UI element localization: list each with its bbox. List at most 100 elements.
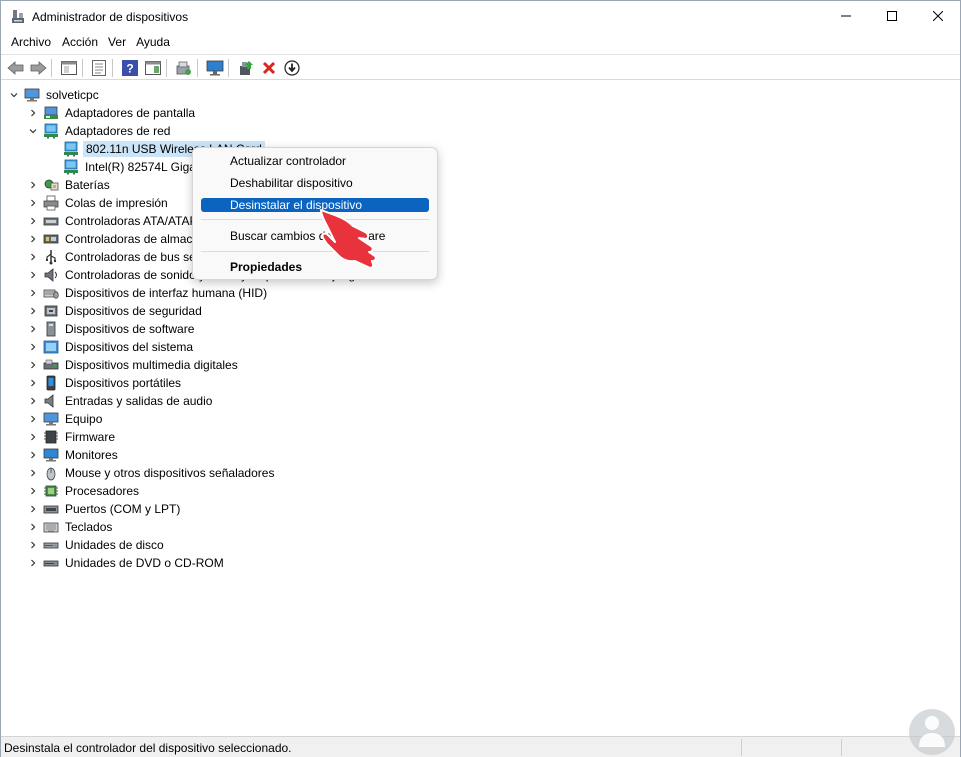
- multimedia-icon: [43, 357, 59, 373]
- tree-category[interactable]: Equipo: [27, 410, 104, 428]
- tree-category[interactable]: Dispositivos de interfaz humana (HID): [27, 284, 269, 302]
- watermark-logo: [909, 709, 955, 755]
- expand-chevron-icon[interactable]: [27, 194, 39, 212]
- expand-chevron-icon[interactable]: [27, 356, 39, 374]
- expand-chevron-icon[interactable]: [27, 500, 39, 518]
- tree-category[interactable]: Unidades de DVD o CD-ROM: [27, 554, 226, 572]
- monitor-icon: [43, 447, 59, 463]
- expand-chevron-icon[interactable]: [27, 248, 39, 266]
- tree-item-label: Colas de impresión: [65, 196, 168, 210]
- tree-category[interactable]: Mouse y otros dispositivos señaladores: [27, 464, 276, 482]
- monitor-button[interactable]: [205, 58, 225, 78]
- menu-ayuda[interactable]: Ayuda: [132, 33, 176, 53]
- tree-item-label: Unidades de disco: [65, 538, 164, 552]
- menu-separator: [201, 251, 429, 252]
- expand-chevron-icon[interactable]: [27, 410, 39, 428]
- status-text: Desinstala el controlador del dispositiv…: [4, 741, 292, 755]
- menu-archivo[interactable]: Archivo: [1, 33, 58, 53]
- expand-chevron-icon[interactable]: [27, 536, 39, 554]
- context-menu: Actualizar controlador Deshabilitar disp…: [192, 147, 438, 280]
- action-pane-icon: [145, 61, 161, 75]
- menu-accion[interactable]: Acción: [58, 33, 104, 53]
- toolbar-separator: [82, 59, 83, 77]
- tree-item-label: Dispositivos de interfaz humana (HID): [65, 286, 268, 300]
- menu-uninstall-device[interactable]: Desinstalar el dispositivo: [201, 198, 429, 212]
- back-icon: [7, 61, 24, 75]
- tree-category[interactable]: Unidades de disco: [27, 536, 166, 554]
- minimize-button[interactable]: [823, 1, 869, 31]
- tree-category[interactable]: Baterías: [27, 176, 112, 194]
- expand-chevron-icon[interactable]: [27, 392, 39, 410]
- menu-disable-device[interactable]: Deshabilitar dispositivo: [201, 176, 429, 190]
- expand-chevron-icon[interactable]: [27, 212, 39, 230]
- show-hide-tree-icon: [61, 61, 77, 75]
- tree-item-label: Unidades de DVD o CD-ROM: [65, 556, 224, 570]
- tree-item-label: Mouse y otros dispositivos señaladores: [65, 466, 275, 480]
- system-device-icon: [43, 339, 59, 355]
- close-button[interactable]: [915, 1, 961, 31]
- toolbar-separator: [228, 59, 229, 77]
- tree-category[interactable]: Entradas y salidas de audio: [27, 392, 214, 410]
- action-pane-button[interactable]: [143, 58, 163, 78]
- toolbar-separator: [197, 59, 198, 77]
- expand-chevron-icon[interactable]: [27, 428, 39, 446]
- tree-category[interactable]: Dispositivos del sistema: [27, 338, 195, 356]
- tree-category[interactable]: Dispositivos portátiles: [27, 374, 183, 392]
- show-hide-tree-button[interactable]: [59, 58, 79, 78]
- properties-button[interactable]: [89, 58, 109, 78]
- network-adapter-icon: [43, 123, 59, 139]
- dvd-drive-icon: [43, 555, 59, 571]
- collapse-chevron-icon[interactable]: [8, 86, 20, 104]
- collapse-chevron-icon[interactable]: [27, 122, 39, 140]
- uninstall-button[interactable]: [259, 58, 279, 78]
- help-button[interactable]: ?: [120, 58, 140, 78]
- monitor-icon: [206, 60, 224, 76]
- expand-chevron-icon[interactable]: [27, 338, 39, 356]
- expand-chevron-icon[interactable]: [27, 176, 39, 194]
- expand-chevron-icon[interactable]: [27, 266, 39, 284]
- hand-pointer-icon: [320, 209, 377, 269]
- forward-button[interactable]: [28, 58, 48, 78]
- update-driver-button[interactable]: [236, 58, 256, 78]
- menu-scan-hardware[interactable]: Buscar cambios de hardware: [201, 229, 429, 243]
- tree-category[interactable]: Dispositivos de software: [27, 320, 196, 338]
- expand-chevron-icon[interactable]: [27, 464, 39, 482]
- tree-category[interactable]: Adaptadores de pantalla: [27, 104, 197, 122]
- tree-category[interactable]: Adaptadores de red: [27, 122, 172, 140]
- back-button[interactable]: [6, 58, 26, 78]
- expand-chevron-icon[interactable]: [27, 320, 39, 338]
- tree-category[interactable]: Teclados: [27, 518, 114, 536]
- window-title: Administrador de dispositivos: [32, 10, 189, 24]
- tree-item-label: Adaptadores de pantalla: [65, 106, 196, 120]
- tree-category[interactable]: Firmware: [27, 428, 117, 446]
- expand-chevron-icon[interactable]: [27, 446, 39, 464]
- computer-icon: [43, 411, 59, 427]
- hid-icon: [43, 285, 59, 301]
- menu-bar: Archivo Acción Ver Ayuda: [1, 33, 960, 53]
- expand-chevron-icon[interactable]: [27, 104, 39, 122]
- menu-properties[interactable]: Propiedades: [201, 260, 429, 274]
- tree-category[interactable]: Monitores: [27, 446, 120, 464]
- maximize-button[interactable]: [869, 1, 915, 31]
- expand-chevron-icon[interactable]: [27, 482, 39, 500]
- tree-root-computer[interactable]: solveticpc: [8, 86, 101, 104]
- tree-category[interactable]: Dispositivos de seguridad: [27, 302, 204, 320]
- sound-icon: [43, 267, 59, 283]
- expand-chevron-icon[interactable]: [27, 284, 39, 302]
- download-button[interactable]: [282, 58, 302, 78]
- tree-category[interactable]: Procesadores: [27, 482, 141, 500]
- tree-category[interactable]: Dispositivos multimedia digitales: [27, 356, 240, 374]
- expand-chevron-icon[interactable]: [27, 518, 39, 536]
- expand-chevron-icon[interactable]: [27, 374, 39, 392]
- scan-hardware-button[interactable]: [174, 58, 194, 78]
- menu-ver[interactable]: Ver: [104, 33, 132, 53]
- tree-category[interactable]: Colas de impresión: [27, 194, 170, 212]
- tree-category[interactable]: Puertos (COM y LPT): [27, 500, 182, 518]
- expand-chevron-icon[interactable]: [27, 302, 39, 320]
- expand-chevron-icon[interactable]: [27, 554, 39, 572]
- menu-update-driver[interactable]: Actualizar controlador: [201, 154, 429, 168]
- network-adapter-icon: [63, 141, 79, 157]
- expand-chevron-icon[interactable]: [27, 230, 39, 248]
- keyboard-icon: [43, 519, 59, 535]
- device-tree[interactable]: solveticpc Adaptadores de pantalla Adaptad…: [2, 83, 960, 735]
